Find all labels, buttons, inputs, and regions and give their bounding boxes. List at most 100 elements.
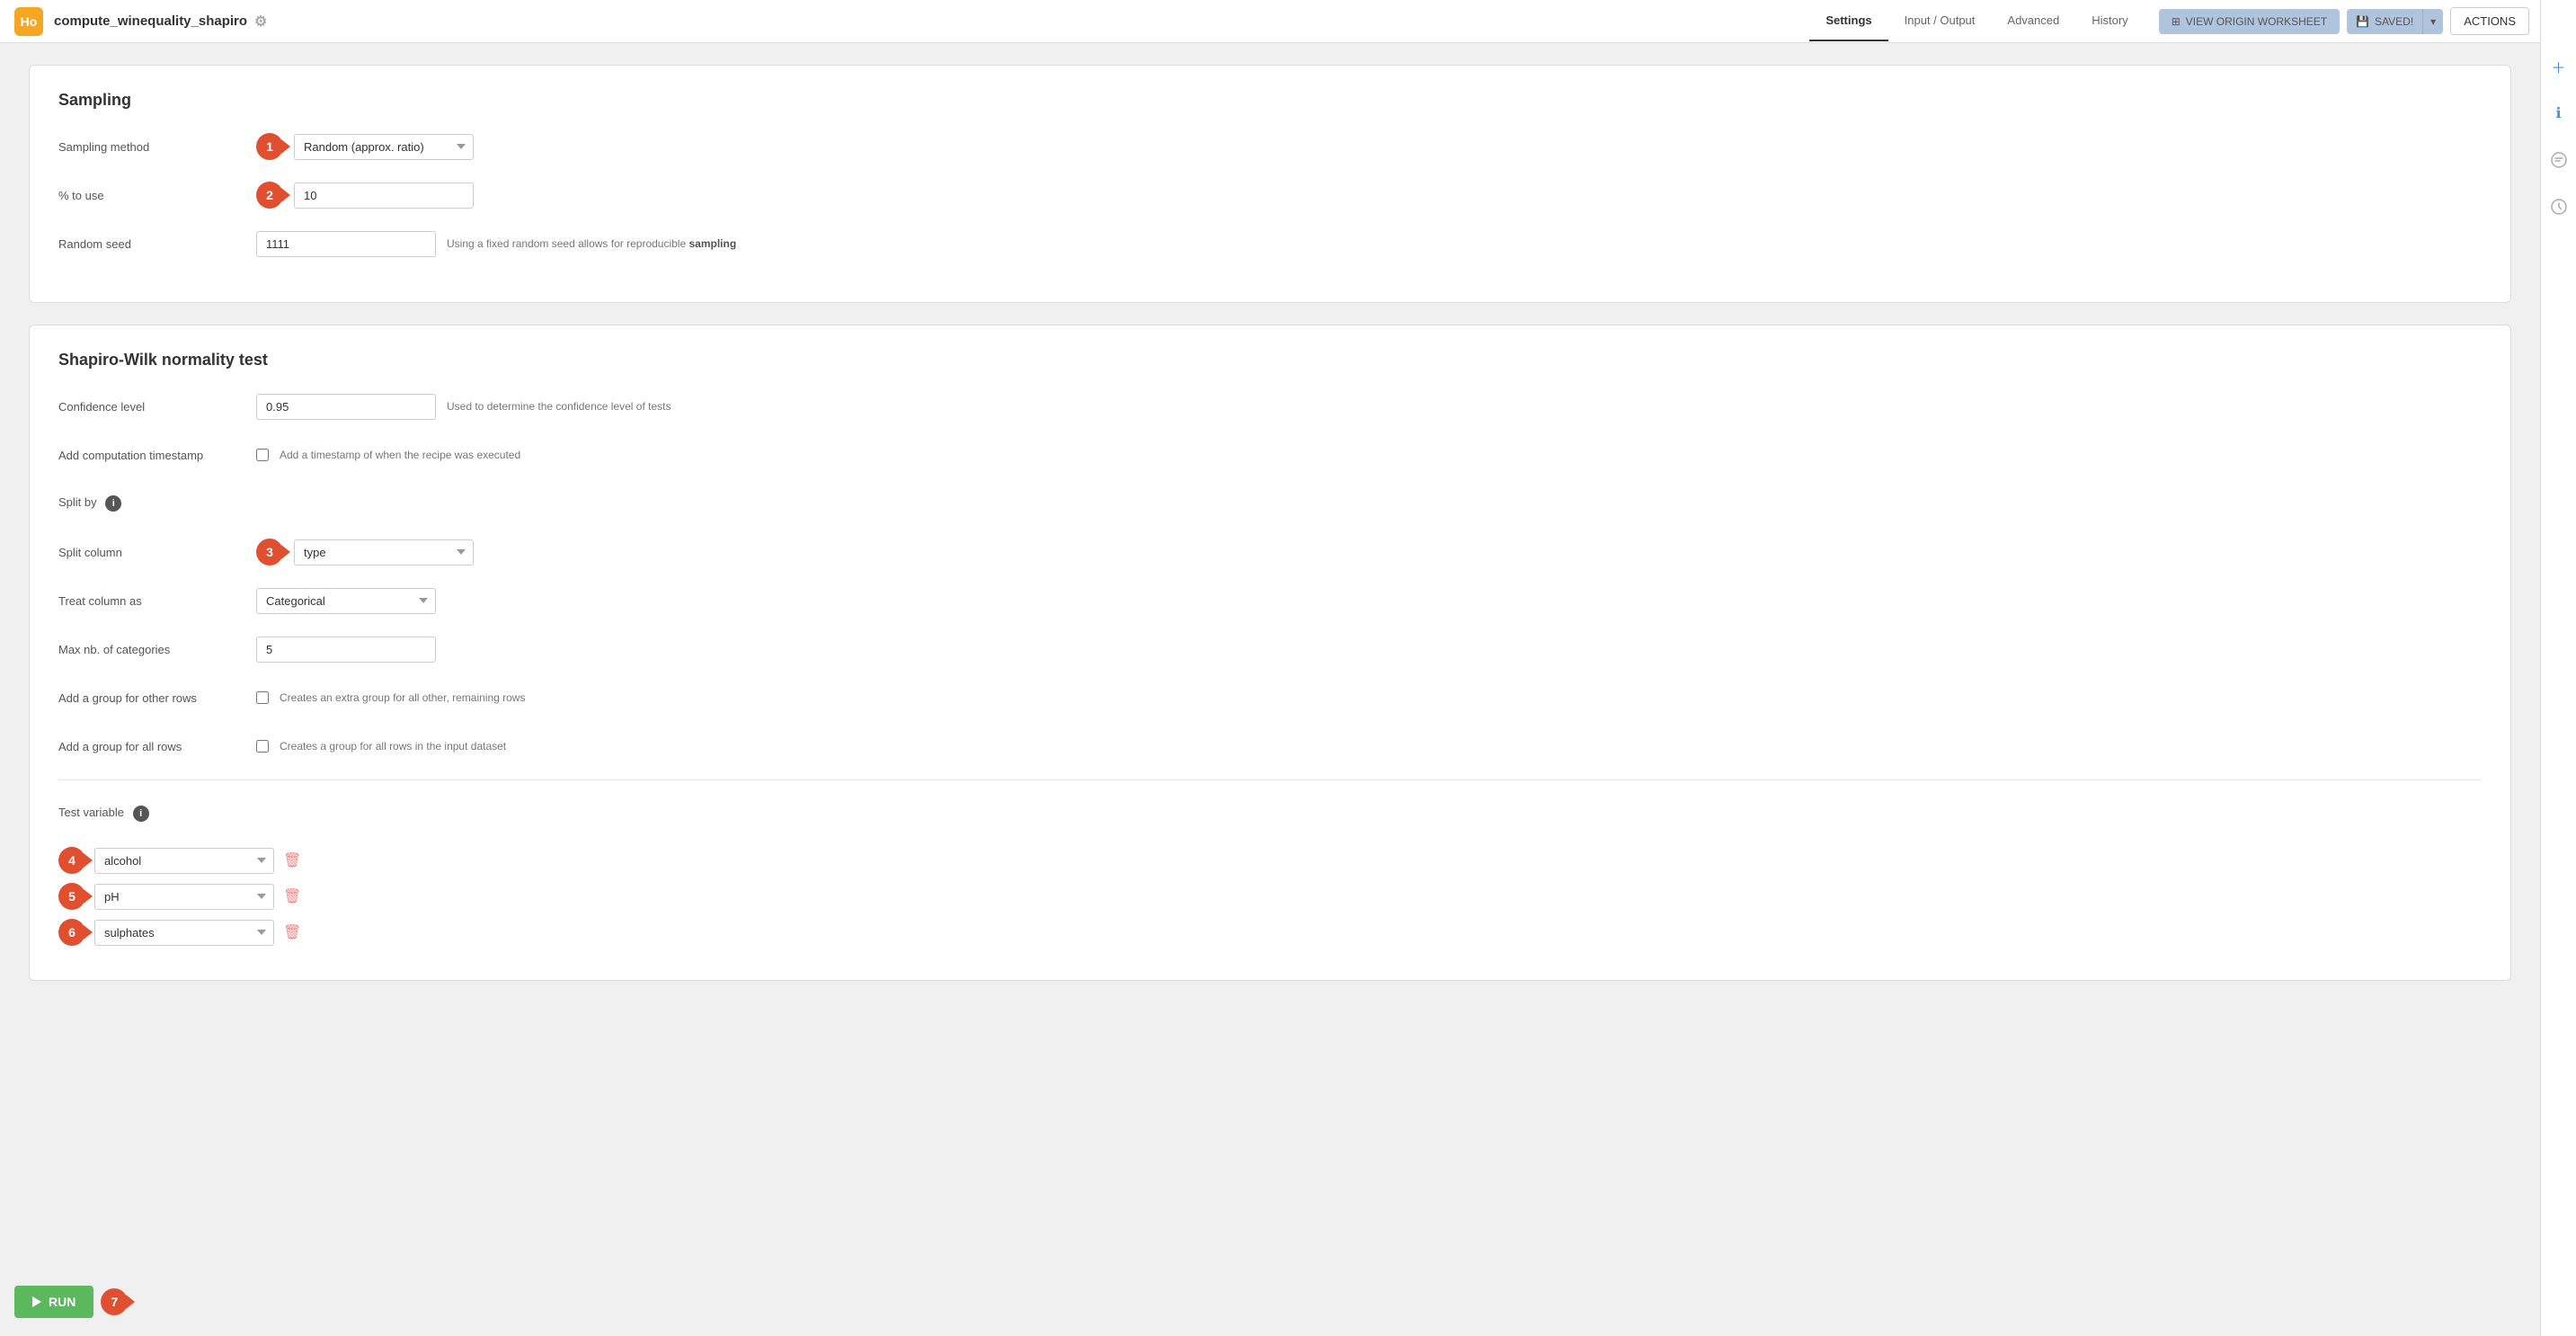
saved-label: SAVED! (2375, 15, 2413, 28)
random-seed-input[interactable] (256, 231, 436, 257)
section-divider (58, 779, 2482, 780)
treat-column-select[interactable]: Categorical Numerical (256, 588, 436, 614)
other-rows-label: Add a group for other rows (58, 691, 256, 705)
chat-sidebar-icon[interactable] (2546, 147, 2572, 173)
split-by-header-row: Split by i (58, 488, 2482, 519)
actions-button[interactable]: ACTIONS (2450, 7, 2529, 35)
view-icon: ⊞ (2172, 15, 2181, 28)
sampling-method-select[interactable]: Random (approx. ratio) Sequential Strati… (294, 134, 474, 160)
step6-circle: 6 (58, 919, 85, 946)
shapiro-section: Shapiro-Wilk normality test Confidence l… (29, 325, 2511, 981)
step1-badge: 1 (256, 133, 283, 160)
max-cat-row: Max nb. of categories (58, 634, 2482, 664)
max-cat-label: Max nb. of categories (58, 643, 256, 656)
sampling-method-control: 1 Random (approx. ratio) Sequential Stra… (256, 133, 2482, 160)
step4-badge: 4 (58, 847, 85, 874)
step4-circle: 4 (58, 847, 85, 874)
delete-variable-1[interactable]: 🗑 (283, 887, 301, 905)
view-origin-button[interactable]: ⊞ VIEW ORIGIN WORKSHEET (2159, 9, 2340, 34)
split-by-info-icon[interactable]: i (105, 495, 121, 512)
split-column-control: 3 type alcohol pH sulphates (256, 539, 2482, 566)
other-rows-checkbox[interactable] (256, 691, 269, 704)
timestamp-row: Add computation timestamp Add a timestam… (58, 440, 2482, 470)
tab-input-output[interactable]: Input / Output (1888, 1, 1992, 41)
timestamp-control: Add a timestamp of when the recipe was e… (256, 449, 2482, 461)
variable-select-0[interactable]: alcohol pH sulphates type (94, 848, 274, 874)
test-variable-info-icon[interactable]: i (133, 806, 149, 822)
timestamp-checkbox[interactable] (256, 449, 269, 461)
max-cat-input[interactable] (256, 637, 436, 663)
clock-sidebar-icon[interactable] (2546, 194, 2572, 219)
saved-caret-button[interactable]: ▾ (2422, 9, 2443, 34)
step2-circle: 2 (256, 182, 283, 209)
sampling-title: Sampling (58, 91, 2482, 110)
split-by-label: Split by i (58, 495, 256, 512)
topbar: Ho compute_winequality_shapiro ⚙ Setting… (0, 0, 2576, 43)
other-rows-row: Add a group for other rows Creates an ex… (58, 682, 2482, 713)
treat-column-row: Treat column as Categorical Numerical (58, 585, 2482, 616)
play-icon (32, 1296, 41, 1307)
pct-use-input[interactable] (294, 183, 474, 209)
plus-sidebar-icon[interactable]: ＋ (2546, 54, 2572, 79)
run-button-area: RUN 7 (14, 1286, 128, 1318)
nav-tabs: Settings Input / Output Advanced History (1809, 1, 2144, 41)
treat-column-label: Treat column as (58, 594, 256, 608)
run-button[interactable]: RUN (14, 1286, 93, 1318)
sampling-method-label: Sampling method (58, 140, 256, 154)
variable-select-1[interactable]: pH alcohol sulphates type (94, 884, 274, 910)
step2-badge: 2 (256, 182, 283, 209)
timestamp-hint: Add a timestamp of when the recipe was e… (280, 449, 2482, 461)
random-seed-hint: Using a fixed random seed allows for rep… (447, 237, 2482, 250)
other-rows-hint: Creates an extra group for all other, re… (280, 691, 2482, 704)
confidence-input[interactable] (256, 394, 436, 420)
sampling-section: Sampling Sampling method 1 Random (appro… (29, 65, 2511, 303)
step1-circle: 1 (256, 133, 283, 160)
content-area: Sampling Sampling method 1 Random (appro… (0, 43, 2540, 1336)
confidence-row: Confidence level Used to determine the c… (58, 391, 2482, 422)
random-seed-label: Random seed (58, 237, 256, 251)
pct-use-label: % to use (58, 189, 256, 202)
other-rows-control: Creates an extra group for all other, re… (256, 691, 2482, 704)
seed-hint-text: Using a fixed random seed allows for rep… (447, 237, 686, 250)
test-variable-text: Test variable (58, 806, 124, 819)
step6-badge: 6 (58, 919, 85, 946)
test-variable-header-row: Test variable i (58, 798, 2482, 829)
random-seed-row: Random seed Using a fixed random seed al… (58, 228, 2482, 259)
all-rows-checkbox[interactable] (256, 740, 269, 753)
saved-group: 💾 SAVED! ▾ (2347, 9, 2443, 34)
test-variable-label: Test variable i (58, 806, 256, 822)
tab-advanced[interactable]: Advanced (1991, 1, 2075, 41)
confidence-control: Used to determine the confidence level o… (256, 394, 2482, 420)
variable-row-1: 5 pH alcohol sulphates type 🗑 (58, 883, 2482, 910)
step5-badge: 5 (58, 883, 85, 910)
saved-button[interactable]: 💾 SAVED! (2347, 9, 2422, 34)
tab-settings[interactable]: Settings (1809, 1, 1888, 41)
confidence-label: Confidence level (58, 400, 256, 414)
variable-select-2[interactable]: sulphates alcohol pH type (94, 920, 274, 946)
all-rows-row: Add a group for all rows Creates a group… (58, 731, 2482, 762)
all-rows-hint: Creates a group for all rows in the inpu… (280, 740, 2482, 753)
step3-circle: 3 (256, 539, 283, 566)
saved-icon: 💾 (2356, 15, 2369, 28)
max-cat-control (256, 637, 2482, 663)
view-origin-label: VIEW ORIGIN WORKSHEET (2186, 15, 2327, 28)
tab-history[interactable]: History (2075, 1, 2144, 41)
app-logo: Ho (14, 7, 43, 36)
delete-variable-0[interactable]: 🗑 (283, 851, 301, 869)
run-label: RUN (49, 1295, 76, 1309)
split-column-select[interactable]: type alcohol pH sulphates (294, 539, 474, 566)
variable-row-0: 4 alcohol pH sulphates type 🗑 (58, 847, 2482, 874)
info-sidebar-icon[interactable]: ℹ (2546, 101, 2572, 126)
pct-use-row: % to use 2 (58, 180, 2482, 210)
delete-variable-2[interactable]: 🗑 (283, 923, 301, 941)
shapiro-title: Shapiro-Wilk normality test (58, 351, 2482, 370)
step7-badge: 7 (101, 1288, 128, 1315)
variable-row-2: 6 sulphates alcohol pH type 🗑 (58, 919, 2482, 946)
split-column-label: Split column (58, 546, 256, 559)
step3-badge: 3 (256, 539, 283, 566)
topbar-actions: ⊞ VIEW ORIGIN WORKSHEET 💾 SAVED! ▾ ACTIO… (2159, 7, 2562, 35)
seed-hint-strong: sampling (688, 237, 736, 250)
settings-icon[interactable]: ⚙ (254, 13, 267, 31)
step5-circle: 5 (58, 883, 85, 910)
treat-column-control: Categorical Numerical (256, 588, 2482, 614)
